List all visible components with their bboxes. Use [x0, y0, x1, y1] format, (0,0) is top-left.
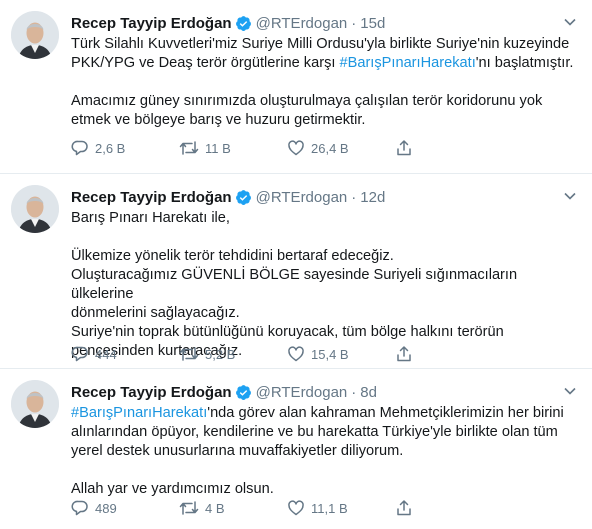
tweet-text-run: etmek ve bölgeye barış ve huzuru getirme… — [71, 112, 366, 128]
chevron-down-icon[interactable] — [562, 14, 578, 30]
like-button[interactable]: 26,4 B — [287, 139, 395, 157]
reply-icon — [71, 140, 88, 156]
share-button[interactable] — [395, 139, 419, 157]
author-name[interactable]: Recep Tayyip Erdoğan — [71, 384, 232, 401]
tweet-text-run: Oluşturacağımız GÜVENLİ BÖLGE sayesinde … — [71, 267, 518, 302]
tweet-line: alınlarından öpüyor, kendilerine ve bu h… — [71, 423, 583, 442]
tweet[interactable]: Recep Tayyip Erdoğan @RTErdogan · 8d #Ba… — [0, 369, 592, 529]
tweet-text-run: yerel destek unusurlarına muvaffakiyetle… — [71, 443, 404, 459]
tweet-line: yerel destek unusurlarına muvaffakiyetle… — [71, 442, 583, 461]
tweet-line: dönmelerini sağlayacağız. — [71, 304, 583, 323]
tweet-line: etmek ve bölgeye barış ve huzuru getirme… — [71, 111, 583, 130]
tweet-line: PKK/YPG ve Deaş terör örgütlerine karşı … — [71, 54, 583, 73]
tweet-text-run: alınlarından öpüyor, kendilerine ve bu h… — [71, 424, 558, 440]
retweet-button[interactable]: 11 B — [179, 139, 287, 157]
verified-badge-icon — [235, 384, 252, 401]
retweet-icon — [179, 501, 199, 515]
share-button[interactable] — [395, 499, 419, 517]
like-icon — [288, 500, 304, 516]
reply-icon — [71, 346, 88, 362]
like-button[interactable]: 11,1 B — [287, 499, 395, 517]
tweet-header: Recep Tayyip Erdoğan @RTErdogan · 12d — [71, 187, 385, 207]
separator-dot: · — [351, 383, 357, 401]
author-handle[interactable]: @RTErdogan — [256, 384, 348, 401]
retweet-icon — [179, 347, 199, 361]
hashtag-link[interactable]: #BarışPınarıHarekatı — [71, 405, 207, 421]
reply-button[interactable]: 2,6 B — [71, 139, 179, 157]
reply-icon — [71, 500, 88, 516]
avatar[interactable] — [11, 380, 59, 428]
hashtag-link[interactable]: #BarışPınarıHarekatı — [339, 55, 475, 71]
separator-dot: · — [351, 188, 357, 206]
tweet-actions: 2,6 B 11 B 26,4 B — [71, 138, 419, 158]
tweet-text-run: Suriye'nin toprak bütünlüğünü koruyacak,… — [71, 324, 504, 340]
tweet-text-run: Amacımız güney sınırımızda oluşturulmaya… — [71, 93, 543, 109]
tweet-text-run: 'nda görev alan kahraman Mehmetçiklerimi… — [207, 405, 564, 421]
tweet-text: Türk Silahlı Kuvvetleri'miz Suriye Milli… — [71, 35, 583, 130]
reply-button[interactable]: 444 — [71, 345, 179, 363]
tweet-header: Recep Tayyip Erdoğan @RTErdogan · 15d — [71, 13, 385, 33]
retweet-count: 4 B — [205, 500, 225, 516]
verified-badge-icon — [235, 15, 252, 32]
avatar[interactable] — [11, 185, 59, 233]
tweet-actions: 444 5,2 B 15,4 B — [71, 344, 419, 364]
tweet-line: Oluşturacağımız GÜVENLİ BÖLGE sayesinde … — [71, 266, 583, 304]
share-icon — [397, 346, 411, 362]
tweet-text-run: Allah yar ve yardımcımız olsun. — [71, 481, 274, 497]
share-button[interactable] — [395, 345, 419, 363]
author-handle[interactable]: @RTErdogan — [256, 189, 348, 206]
tweet-text: Barış Pınarı Harekatı ile, Ülkemize yönel… — [71, 209, 583, 361]
tweet-line: Amacımız güney sınırımızda oluşturulmaya… — [71, 92, 583, 111]
timestamp[interactable]: 8d — [360, 384, 377, 401]
tweet-text-run: 'nı başlatmıştır. — [475, 55, 574, 71]
tweet-line: Suriye'nin toprak bütünlüğünü koruyacak,… — [71, 323, 583, 342]
tweet-text-run: PKK/YPG ve Deaş terör örgütlerine karşı — [71, 55, 340, 71]
reply-count: 2,6 B — [95, 140, 126, 156]
tweet-actions: 489 4 B 11,1 B — [71, 498, 419, 518]
chevron-down-icon[interactable] — [562, 383, 578, 399]
reply-button[interactable]: 489 — [71, 499, 179, 517]
separator-dot: · — [351, 14, 357, 32]
tweet-text-run: Barış Pınarı Harekatı ile, — [71, 210, 230, 226]
retweet-count: 11 B — [205, 140, 231, 156]
verified-badge-icon — [235, 189, 252, 206]
timestamp[interactable]: 15d — [360, 15, 385, 32]
tweet-text-run: Türk Silahlı Kuvvetleri'miz Suriye Milli… — [71, 36, 570, 52]
share-icon — [397, 140, 411, 156]
retweet-button[interactable]: 5,2 B — [179, 345, 287, 363]
tweet[interactable]: Recep Tayyip Erdoğan @RTErdogan · 12d Ba… — [0, 174, 592, 369]
tweet-text: #BarışPınarıHarekatı'nda görev alan kahr… — [71, 404, 583, 499]
retweet-button[interactable]: 4 B — [179, 499, 287, 517]
tweet-line: Ülkemize yönelik terör tehdidini bertara… — [71, 247, 583, 266]
tweet-text-run: dönmelerini sağlayacağız. — [71, 305, 240, 321]
share-icon — [397, 500, 411, 516]
like-count: 11,1 B — [311, 500, 348, 516]
like-count: 15,4 B — [311, 346, 349, 362]
avatar[interactable] — [11, 11, 59, 59]
author-handle[interactable]: @RTErdogan — [256, 15, 348, 32]
tweet-line: Barış Pınarı Harekatı ile, — [71, 209, 583, 228]
tweet[interactable]: Recep Tayyip Erdoğan @RTErdogan · 15d Tü… — [0, 0, 592, 174]
author-name[interactable]: Recep Tayyip Erdoğan — [71, 15, 232, 32]
retweet-icon — [179, 141, 199, 155]
timestamp[interactable]: 12d — [360, 189, 385, 206]
like-icon — [288, 346, 304, 362]
tweet-header: Recep Tayyip Erdoğan @RTErdogan · 8d — [71, 382, 377, 402]
author-name[interactable]: Recep Tayyip Erdoğan — [71, 189, 232, 206]
tweet-line: Türk Silahlı Kuvvetleri'miz Suriye Milli… — [71, 35, 583, 54]
like-icon — [288, 140, 304, 156]
like-count: 26,4 B — [311, 140, 349, 156]
reply-count: 444 — [95, 346, 117, 362]
retweet-count: 5,2 B — [205, 346, 236, 362]
tweet-line: Allah yar ve yardımcımız olsun. — [71, 480, 583, 499]
reply-count: 489 — [95, 500, 117, 516]
chevron-down-icon[interactable] — [562, 188, 578, 204]
like-button[interactable]: 15,4 B — [287, 345, 395, 363]
tweet-line: #BarışPınarıHarekatı'nda görev alan kahr… — [71, 404, 583, 423]
tweet-text-run: Ülkemize yönelik terör tehdidini bertara… — [71, 248, 394, 264]
